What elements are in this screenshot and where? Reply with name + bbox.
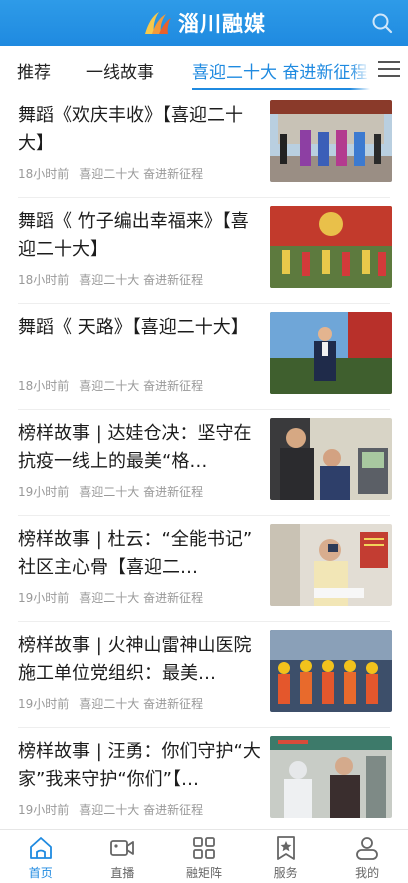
- user-icon: [356, 837, 379, 860]
- news-meta: 19小时前 喜迎二十大 奋进新征程: [18, 589, 203, 606]
- home-icon: [29, 837, 52, 859]
- news-thumbnail: [270, 206, 392, 288]
- news-time: 19小时前: [18, 485, 70, 499]
- news-meta: 18小时前 喜迎二十大 奋进新征程: [18, 165, 203, 182]
- video-icon: [110, 840, 135, 856]
- tab-frontline-stories[interactable]: 一线故事: [86, 58, 154, 83]
- news-source: 喜迎二十大 奋进新征程: [79, 697, 204, 711]
- news-meta: 19小时前 喜迎二十大 奋进新征程: [18, 483, 203, 500]
- news-thumbnail: [270, 524, 392, 606]
- grid-icon: [193, 837, 215, 859]
- news-time: 19小时前: [18, 697, 70, 711]
- news-item[interactable]: 榜样故事 | 达娃仓决：坚守在抗疫一线上的最美“格… 19小时前 喜迎二十大 奋进…: [0, 410, 408, 516]
- nav-label: 首页: [28, 866, 53, 880]
- app-logo: 淄川融媒: [142, 8, 266, 38]
- news-time: 18小时前: [18, 167, 70, 181]
- channel-menu-button[interactable]: [370, 46, 408, 92]
- menu-icon: [378, 61, 400, 77]
- news-title: 舞蹈《欢庆丰收》【喜迎二十大】: [18, 105, 243, 154]
- tabs-fade: [350, 46, 370, 92]
- news-source: 喜迎二十大 奋进新征程: [79, 273, 204, 287]
- nav-profile[interactable]: 我的: [326, 830, 408, 883]
- news-title: 舞蹈《 天路》【喜迎二十大】: [18, 317, 249, 338]
- nav-label: 服务: [273, 866, 298, 880]
- tab-recommend[interactable]: 推荐: [17, 58, 51, 83]
- news-thumbnail: [270, 736, 392, 818]
- news-item[interactable]: 舞蹈《 天路》【喜迎二十大】 18小时前 喜迎二十大 奋进新征程: [0, 304, 408, 410]
- news-title: 榜样故事 | 杜云：“全能书记” 社区主心骨【喜迎二…: [18, 529, 253, 578]
- news-time: 19小时前: [18, 803, 70, 817]
- search-icon[interactable]: [370, 11, 394, 35]
- news-thumbnail: [270, 630, 392, 712]
- news-thumbnail: [270, 100, 392, 182]
- news-title: 舞蹈《 竹子编出幸福来》【喜迎二十大】: [18, 211, 249, 260]
- news-time: 18小时前: [18, 379, 70, 393]
- bottom-nav: 首页 直播 融矩阵 服务 我的: [0, 829, 408, 883]
- news-item[interactable]: 舞蹈《 竹子编出幸福来》【喜迎二十大】 18小时前 喜迎二十大 奋进新征程: [0, 198, 408, 304]
- news-source: 喜迎二十大 奋进新征程: [79, 803, 204, 817]
- news-title: 榜样故事 | 达娃仓决：坚守在抗疫一线上的最美“格…: [18, 423, 252, 472]
- news-meta: 18小时前 喜迎二十大 奋进新征程: [18, 271, 203, 288]
- news-thumbnail: [270, 418, 392, 500]
- news-item[interactable]: 榜样故事 | 火神山雷神山医院施工单位党组织：最美… 19小时前 喜迎二十大 奋进…: [0, 622, 408, 728]
- news-item[interactable]: 舞蹈《欢庆丰收》【喜迎二十大】 18小时前 喜迎二十大 奋进新征程: [0, 92, 408, 198]
- news-title: 榜样故事 | 汪勇：你们守护“大家”我来守护“你们”【…: [18, 741, 261, 790]
- nav-label: 我的: [355, 866, 380, 880]
- nav-matrix[interactable]: 融矩阵: [163, 830, 245, 883]
- news-title: 榜样故事 | 火神山雷神山医院施工单位党组织：最美…: [18, 635, 252, 684]
- news-source: 喜迎二十大 奋进新征程: [79, 379, 204, 393]
- news-source: 喜迎二十大 奋进新征程: [79, 167, 204, 181]
- news-time: 18小时前: [18, 273, 70, 287]
- news-thumbnail: [270, 312, 392, 394]
- news-source: 喜迎二十大 奋进新征程: [79, 591, 204, 605]
- wave-logo-icon: [145, 12, 171, 34]
- nav-live[interactable]: 直播: [82, 830, 164, 883]
- nav-home[interactable]: 首页: [0, 830, 82, 883]
- star-bookmark-icon: [276, 836, 295, 860]
- nav-label: 直播: [110, 866, 135, 880]
- app-title: 淄川融媒: [178, 12, 266, 36]
- nav-label: 融矩阵: [185, 866, 222, 880]
- tab-party-congress[interactable]: 喜迎二十大 奋进新征程: [192, 58, 367, 83]
- news-meta: 19小时前 喜迎二十大 奋进新征程: [18, 801, 203, 818]
- news-meta: 19小时前 喜迎二十大 奋进新征程: [18, 695, 203, 712]
- app-header: 淄川融媒: [0, 0, 408, 46]
- nav-service[interactable]: 服务: [245, 830, 327, 883]
- channel-tabs: 推荐 一线故事 喜迎二十大 奋进新征程: [0, 46, 408, 92]
- news-item[interactable]: 榜样故事 | 汪勇：你们守护“大家”我来守护“你们”【… 19小时前 喜迎二十大 …: [0, 728, 408, 834]
- news-source: 喜迎二十大 奋进新征程: [79, 485, 204, 499]
- news-item[interactable]: 榜样故事 | 杜云：“全能书记” 社区主心骨【喜迎二… 19小时前 喜迎二十大 奋…: [0, 516, 408, 622]
- news-meta: 18小时前 喜迎二十大 奋进新征程: [18, 377, 203, 394]
- news-time: 19小时前: [18, 591, 70, 605]
